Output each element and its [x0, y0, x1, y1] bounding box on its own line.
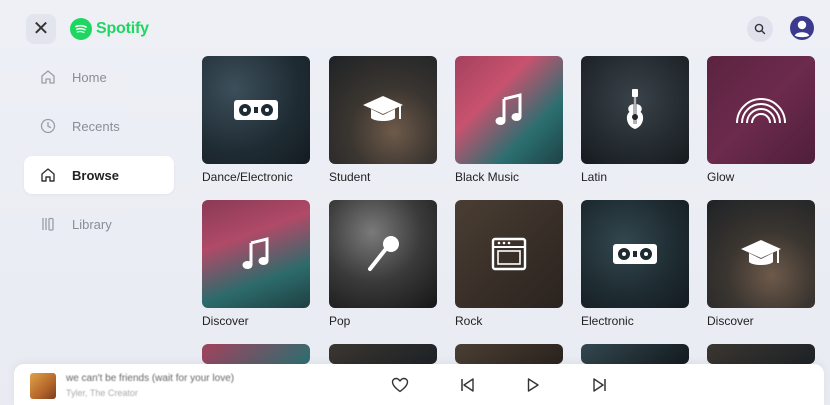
- category-image: [581, 200, 689, 308]
- category-tile-partial[interactable]: [329, 344, 437, 364]
- category-tile-partial[interactable]: [202, 344, 310, 364]
- category-label: Discover: [202, 314, 249, 328]
- category-image: [202, 344, 310, 364]
- sidebar-item-home[interactable]: Home: [24, 58, 174, 96]
- category-tile-rock[interactable]: Rock: [455, 200, 563, 328]
- profile-button[interactable]: [788, 14, 816, 42]
- category-tile-partial[interactable]: [581, 344, 689, 364]
- previous-icon: [461, 378, 474, 392]
- category-label: Discover: [707, 314, 754, 328]
- track-title[interactable]: we can't be friends (wait for your love): [66, 373, 234, 384]
- category-tile-partial[interactable]: [455, 344, 563, 364]
- category-tile-dance-electronic[interactable]: Dance/Electronic: [202, 56, 310, 184]
- play-button[interactable]: [522, 374, 544, 396]
- brand-name: Spotify: [96, 20, 149, 37]
- category-tile-latin[interactable]: Latin: [581, 56, 689, 184]
- category-image: [581, 344, 689, 364]
- category-tile-glow[interactable]: Glow: [707, 56, 815, 184]
- search-icon: [754, 23, 766, 35]
- browse-icon: [38, 165, 58, 185]
- sidebar-item-label: Browse: [72, 167, 119, 183]
- category-tile-pop[interactable]: Pop: [329, 200, 437, 328]
- turntable-icon: [613, 244, 657, 264]
- graduation-cap-icon: [363, 96, 403, 121]
- microphone-icon: [368, 236, 399, 271]
- category-tile-discover-2[interactable]: Discover: [707, 200, 815, 328]
- category-label: Electronic: [581, 314, 634, 328]
- category-tile-black-music[interactable]: Black Music: [455, 56, 563, 184]
- music-note-icon: [242, 237, 269, 269]
- previous-button[interactable]: [456, 374, 478, 396]
- category-image: [329, 344, 437, 364]
- sidebar-item-label: Library: [72, 216, 112, 232]
- turntable-icon: [234, 100, 278, 120]
- category-label: Black Music: [455, 170, 520, 184]
- category-image: [707, 344, 815, 364]
- category-image: [581, 56, 689, 164]
- category-label: Dance/Electronic: [202, 170, 293, 184]
- now-playing-bar: we can't be friends (wait for your love)…: [14, 364, 824, 405]
- next-button[interactable]: [589, 374, 611, 396]
- category-label: Student: [329, 170, 371, 184]
- clock-icon: [38, 116, 58, 136]
- category-label: Pop: [329, 314, 351, 328]
- search-button[interactable]: [747, 16, 773, 42]
- category-image: [455, 344, 563, 364]
- category-image: [707, 56, 815, 164]
- category-label: Latin: [581, 170, 608, 184]
- category-image: [329, 200, 437, 308]
- heart-icon: [391, 377, 409, 393]
- category-image: [202, 200, 310, 308]
- close-icon: ✕: [32, 18, 50, 40]
- library-icon: [38, 214, 58, 234]
- spotify-brand: Spotify: [70, 18, 149, 40]
- sidebar-item-label: Recents: [72, 118, 120, 134]
- play-icon: [527, 378, 539, 392]
- home-icon: [38, 67, 58, 87]
- category-tile-partial[interactable]: [707, 344, 815, 364]
- music-note-icon: [495, 93, 522, 125]
- category-tile-discover[interactable]: Discover: [202, 200, 310, 328]
- spotify-logo-icon: [70, 18, 92, 40]
- category-image: [707, 200, 815, 308]
- category-image: [329, 56, 437, 164]
- album-art[interactable]: [30, 373, 56, 399]
- category-image: [202, 56, 310, 164]
- category-image: [455, 200, 563, 308]
- category-label: Glow: [707, 170, 735, 184]
- sidebar-item-library[interactable]: Library: [24, 205, 174, 243]
- sidebar-item-label: Home: [72, 69, 107, 85]
- amplifier-icon: [491, 237, 527, 271]
- sidebar-item-recents[interactable]: Recents: [24, 107, 174, 145]
- close-button[interactable]: ✕: [26, 14, 56, 44]
- next-icon: [593, 378, 606, 392]
- sidebar: Home Recents Browse Library: [24, 58, 174, 254]
- like-button[interactable]: [389, 374, 411, 396]
- guitar-icon: [626, 89, 644, 129]
- category-label: Rock: [455, 314, 483, 328]
- sidebar-item-browse[interactable]: Browse: [24, 156, 174, 194]
- category-tile-electronic[interactable]: Electronic: [581, 200, 689, 328]
- rainbow-icon: [736, 98, 786, 124]
- track-artist[interactable]: Tyler, The Creator: [66, 388, 138, 398]
- graduation-cap-icon: [741, 240, 781, 265]
- category-tile-student[interactable]: Student: [329, 56, 437, 184]
- category-image: [455, 56, 563, 164]
- account-icon: [790, 16, 814, 40]
